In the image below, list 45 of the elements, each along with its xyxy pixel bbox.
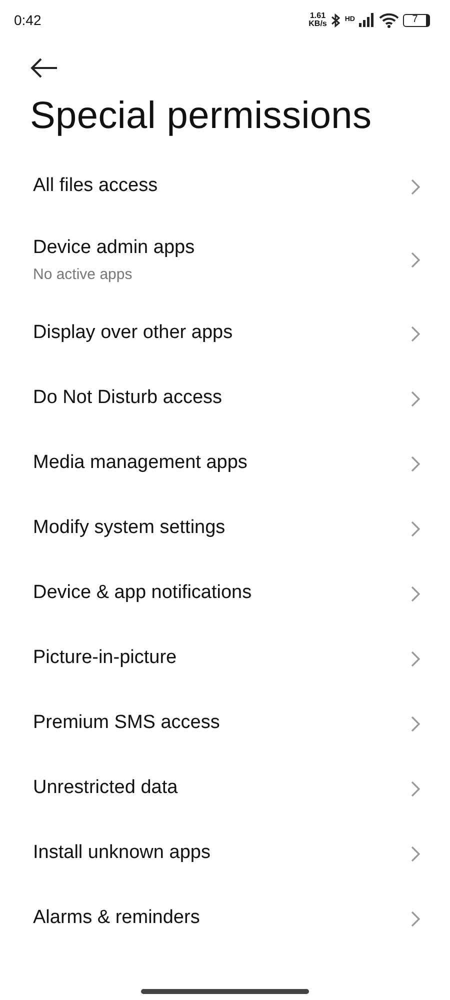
item-subtitle: No active apps: [33, 265, 134, 285]
chevron-right-icon: [411, 586, 420, 602]
signal-icon: [359, 13, 375, 27]
item-label: Alarms & reminders: [33, 906, 200, 930]
chevron-right-icon: [411, 910, 420, 926]
permission-item[interactable]: Alarms & reminders: [0, 886, 450, 951]
item-label: Unrestricted data: [33, 776, 178, 800]
permission-item[interactable]: Display over other apps: [0, 301, 450, 366]
permission-item[interactable]: Premium SMS access: [0, 691, 450, 756]
item-label: Modify system settings: [33, 516, 226, 540]
item-label: Picture-in-picture: [33, 646, 177, 670]
chevron-right-icon: [411, 650, 420, 666]
network-speed: 1.61 KB/s: [308, 12, 327, 28]
item-label: Device & app notifications: [33, 581, 252, 606]
chevron-right-icon: [411, 252, 420, 268]
permission-item[interactable]: Do Not Disturb access: [0, 366, 450, 431]
bluetooth-icon: [330, 12, 341, 28]
back-arrow-icon: [30, 58, 58, 78]
chevron-right-icon: [411, 326, 420, 342]
chevron-right-icon: [411, 456, 420, 472]
permission-item[interactable]: Modify system settings: [0, 496, 450, 561]
chevron-right-icon: [411, 716, 420, 732]
battery-icon: 7: [403, 14, 430, 26]
permission-item[interactable]: Device & app notifications: [0, 561, 450, 626]
chevron-right-icon: [411, 178, 420, 194]
item-label: Premium SMS access: [33, 711, 220, 736]
clock-time: 0:42: [14, 10, 42, 30]
page-title: Special permissions: [30, 94, 373, 139]
chevron-right-icon: [411, 846, 420, 862]
item-label: Do Not Disturb access: [33, 386, 222, 410]
item-label: Install unknown apps: [33, 841, 210, 866]
permission-item[interactable]: Unrestricted data: [0, 756, 450, 821]
item-label: All files access: [33, 174, 158, 198]
permission-item[interactable]: Device admin apps No active apps: [0, 219, 450, 301]
chevron-right-icon: [411, 520, 420, 536]
permission-item[interactable]: All files access: [0, 154, 450, 219]
wifi-icon: [379, 12, 399, 28]
chevron-right-icon: [411, 780, 420, 796]
item-label: Media management apps: [33, 451, 248, 476]
item-label: Device admin apps: [33, 236, 195, 260]
permission-item[interactable]: Media management apps: [0, 431, 450, 496]
permission-item[interactable]: Install unknown apps: [0, 821, 450, 886]
item-label: Display over other apps: [33, 321, 233, 346]
permission-item[interactable]: Picture-in-picture: [0, 626, 450, 691]
chevron-right-icon: [411, 390, 420, 406]
